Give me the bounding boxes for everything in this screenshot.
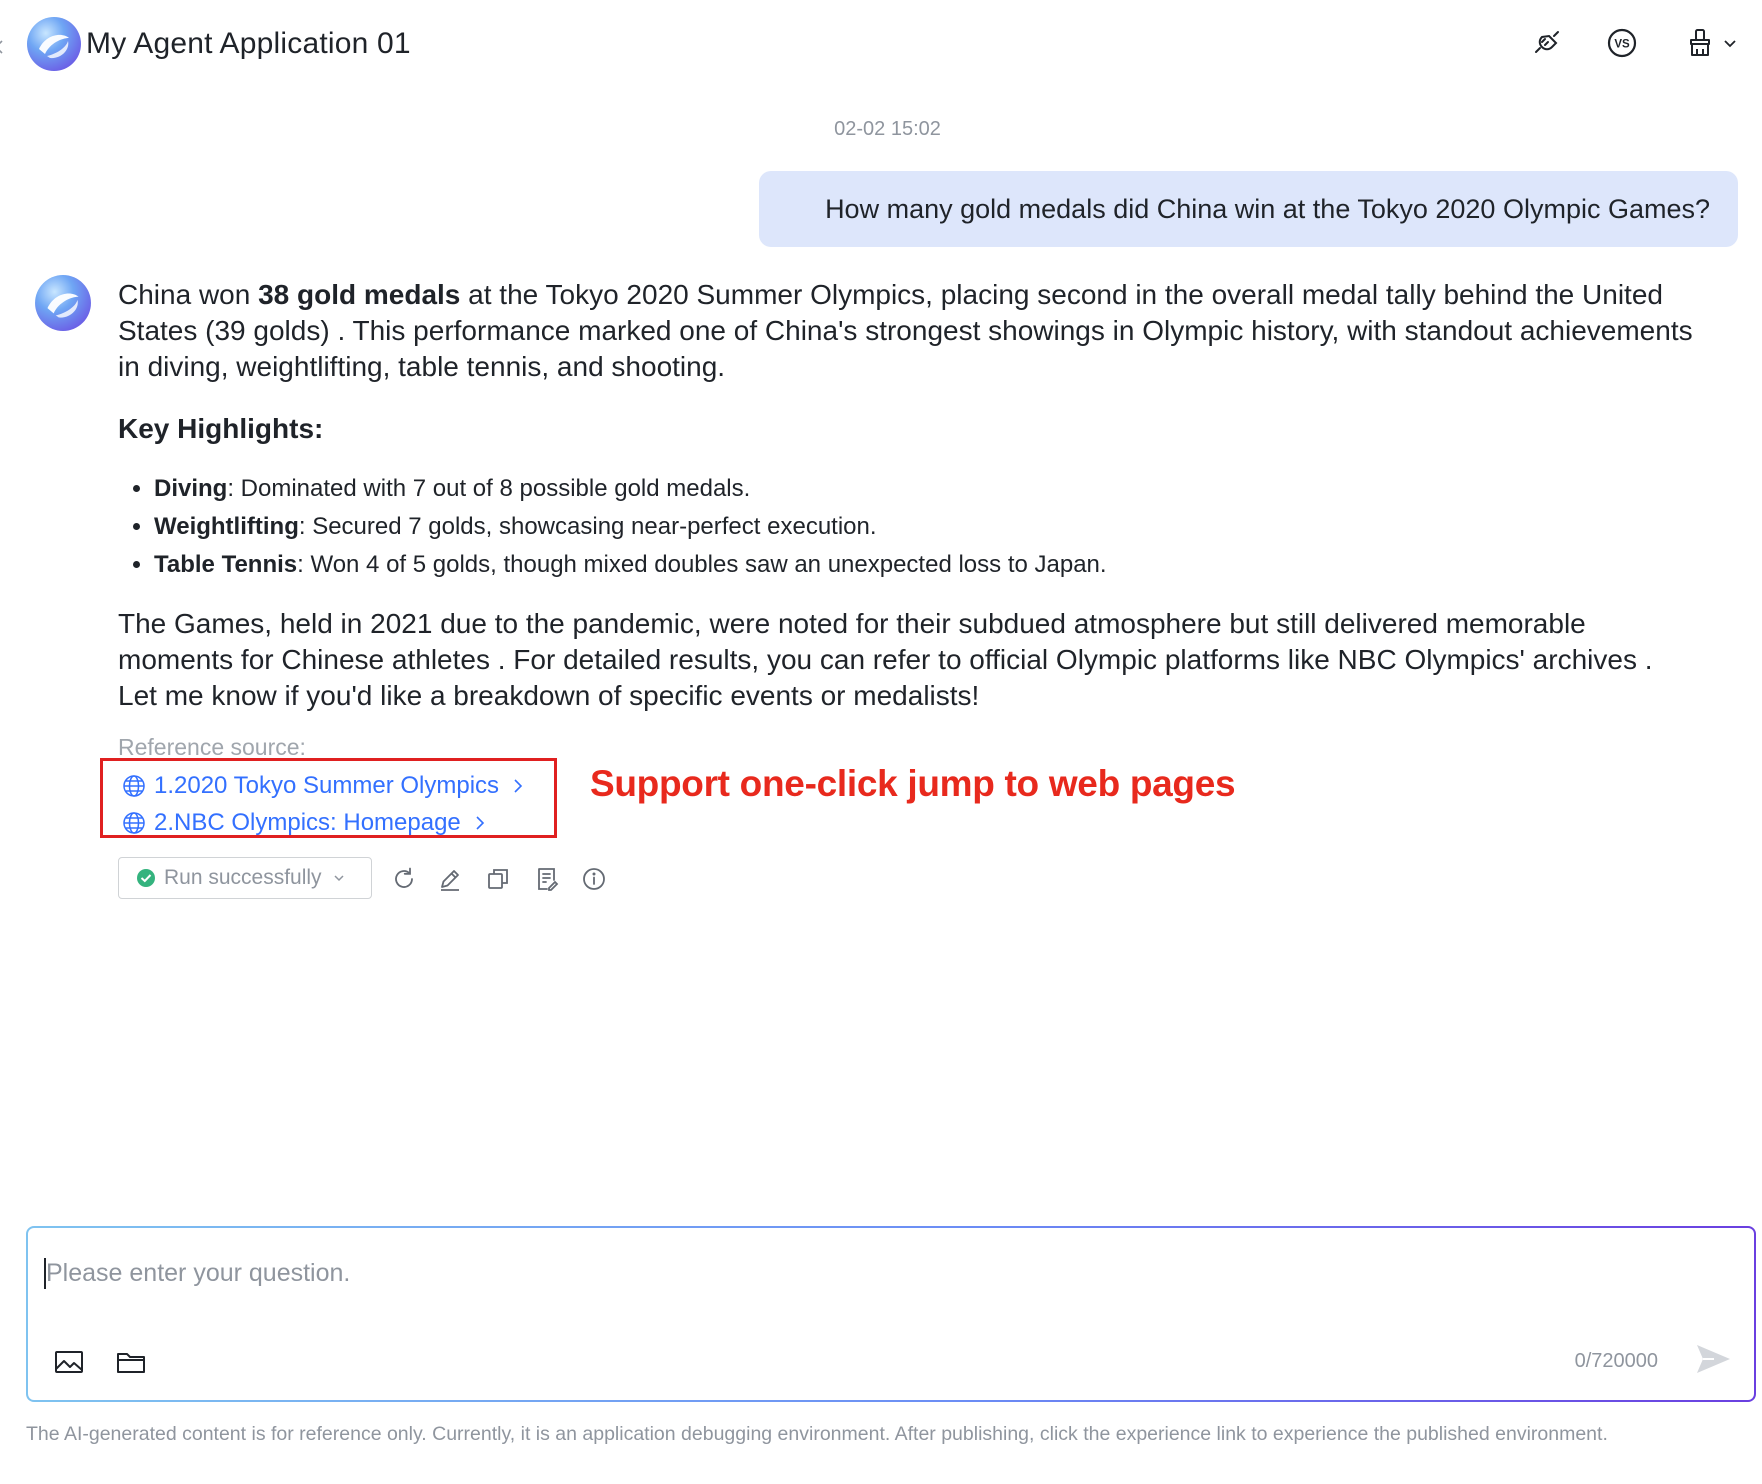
list-item: Table Tennis: Won 4 of 5 golds, though m… (154, 546, 1718, 584)
note-icon[interactable] (534, 866, 560, 892)
folder-icon[interactable] (115, 1346, 147, 1378)
user-message-bubble: How many gold medals did China win at th… (759, 171, 1738, 247)
annotation-highlight-box (100, 758, 557, 838)
chevron-down-icon (334, 875, 344, 882)
info-icon[interactable] (581, 866, 607, 892)
assistant-answer: China won 38 gold medals at the Tokyo 20… (118, 277, 1718, 714)
bot-avatar (34, 274, 92, 332)
question-input[interactable] (44, 1258, 1448, 1289)
edit-icon[interactable] (437, 866, 463, 892)
message-timestamp: 02-02 15:02 (834, 118, 941, 140)
answer-emphasis: 38 gold medals (258, 279, 461, 310)
broom-icon[interactable] (1683, 26, 1717, 60)
list-item: Weightlifting: Secured 7 golds, showcasi… (154, 508, 1718, 546)
image-icon[interactable] (53, 1346, 85, 1378)
chat-input-container (26, 1226, 1756, 1402)
answer-paragraph-1: China won 38 gold medals at the Tokyo 20… (118, 279, 1693, 382)
user-message-text: How many gold medals did China win at th… (825, 193, 1710, 224)
highlights-heading: Key Highlights: (118, 413, 324, 444)
plug-icon[interactable] (1530, 26, 1564, 60)
back-button[interactable] (0, 37, 4, 57)
app-title: My Agent Application 01 (86, 27, 411, 60)
vs-icon[interactable]: VS (1605, 26, 1639, 60)
svg-text:VS: VS (1614, 39, 1630, 51)
list-item: Diving: Dominated with 7 out of 8 possib… (154, 470, 1718, 508)
character-count: 0/720000 (1574, 1350, 1658, 1372)
check-circle-icon (137, 869, 155, 887)
ai-disclaimer: The AI-generated content is for referenc… (26, 1423, 1608, 1445)
send-button[interactable] (1694, 1340, 1732, 1378)
answer-paragraph-3: The Games, held in 2021 due to the pande… (118, 608, 1653, 711)
copy-icon[interactable] (485, 866, 511, 892)
chevron-down-icon[interactable] (1722, 35, 1738, 51)
back-chevron-icon (0, 40, 3, 54)
refresh-icon[interactable] (391, 866, 417, 892)
app-logo (26, 16, 82, 72)
reference-source-title: Reference source: (118, 734, 306, 760)
send-icon (1697, 1345, 1730, 1373)
run-status-dropdown[interactable]: Run successfully (118, 857, 372, 899)
annotation-callout: Support one-click jump to web pages (590, 763, 1236, 804)
run-status-label: Run successfully (164, 866, 322, 889)
highlights-list: Diving: Dominated with 7 out of 8 possib… (118, 470, 1718, 584)
